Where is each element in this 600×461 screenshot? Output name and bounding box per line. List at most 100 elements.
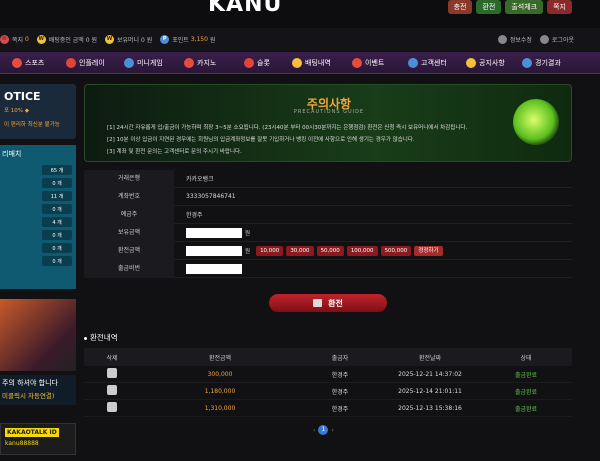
live-count[interactable]: 0 개	[42, 243, 72, 253]
point-label: 포인트	[172, 36, 189, 44]
nav-inplay[interactable]: 인플레이	[66, 57, 105, 68]
notice-box[interactable]: OTICE 포 10% ◆ 이 편리하 최신분 불가능	[0, 84, 76, 139]
row-status: 출금완료	[514, 405, 538, 413]
row-date: 2025-12-21 14:37:02	[398, 370, 462, 378]
pagination: ‹ 1 ›	[313, 425, 334, 435]
main-nav: 스포츠 인플레이 미니게임 카지노 슬롯 배팅내역 이벤트 고객센터 공지사항 …	[0, 52, 600, 74]
betting-coin-icon: W	[36, 34, 46, 44]
account-value: 3333057846741	[186, 193, 236, 200]
row-name: 한경주	[331, 388, 349, 396]
info-bar: ✉ 쪽지 0 W 배팅중인 금액 0 원 W 보유머니 0 원 P 포인트 3,…	[0, 28, 600, 50]
delete-icon[interactable]	[107, 385, 117, 395]
row-amount: 1,310,000	[204, 404, 236, 412]
row-date: 2025-12-13 15:38:16	[398, 404, 462, 412]
trophy-icon	[292, 57, 302, 68]
nav-customer-center[interactable]: 고객센터	[408, 57, 447, 68]
delete-icon[interactable]	[107, 368, 117, 378]
inplay-icon	[66, 57, 76, 68]
bank-value: 카카오뱅크	[186, 176, 214, 183]
live-count[interactable]: 4 개	[42, 217, 72, 227]
support-icon	[408, 57, 418, 68]
password-label: 출금비번	[84, 259, 174, 278]
message-icon: ✉	[0, 34, 9, 44]
table-row: 1,310,000 한경주 2025-12-13 15:38:16 출금완료	[84, 400, 572, 417]
logo[interactable]: KANU	[208, 0, 282, 17]
calendar-icon	[352, 57, 362, 68]
nav-casino[interactable]: 카지노	[184, 57, 216, 68]
withdraw-password-input[interactable]	[186, 263, 242, 274]
table-header: 삭제 환전금액 출금자 환전날짜 상태	[84, 348, 572, 366]
amount-input[interactable]	[186, 245, 242, 256]
lightbulb-icon	[513, 99, 559, 145]
live-count[interactable]: 0 개	[42, 256, 72, 266]
betting-label: 배팅중인 금액	[48, 36, 84, 44]
message-count: 0	[24, 35, 29, 43]
warning-title: 주의 하셔야 합니다	[2, 379, 58, 387]
live-count[interactable]: 0 개	[42, 204, 72, 214]
amount-label: 환전금액	[84, 241, 174, 260]
warning-banner[interactable]: 주의 하셔야 합니다 미클릭시 자동연결)	[0, 375, 76, 405]
money-label: 보유머니	[117, 36, 140, 44]
balance-unit: 원	[245, 230, 251, 237]
slot-icon	[244, 57, 254, 68]
history-table: 삭제 환전금액 출금자 환전날짜 상태 300,000 한경주 2025-12-…	[84, 348, 572, 417]
message-button[interactable]: 쪽지	[547, 0, 572, 14]
nav-event[interactable]: 이벤트	[352, 57, 384, 68]
promo-banner[interactable]	[0, 299, 76, 371]
amount-50000-button[interactable]: 50,000	[316, 245, 344, 256]
nav-slot[interactable]: 슬롯	[244, 57, 270, 68]
kakao-banner[interactable]: KAKAOTALK ID kanu88888	[0, 423, 76, 455]
row-amount: 300,000	[207, 370, 233, 378]
deposit-button[interactable]: 충전	[447, 0, 473, 14]
nav-notice[interactable]: 공지사항	[466, 57, 505, 68]
nav-sports[interactable]: 스포츠	[12, 57, 44, 68]
casino-icon	[184, 57, 194, 68]
form-row-holder: 예금주 한경주	[84, 205, 572, 224]
row-date: 2025-12-14 21:01:11	[398, 387, 462, 395]
table-row: 300,000 한경주 2025-12-21 14:37:02 출금완료	[84, 366, 572, 383]
live-count[interactable]: 0 개	[42, 178, 72, 188]
balance-field	[186, 227, 242, 238]
nav-minigame[interactable]: 미니게임	[124, 57, 163, 68]
guide-line-1: [1] 24시간 자유롭게 입/출금이 가능하며 최장 3~5분 소요됩니다. …	[107, 125, 468, 131]
delete-icon[interactable]	[107, 402, 117, 412]
logout-icon	[539, 34, 549, 44]
submit-withdraw-button[interactable]: 환전	[269, 294, 387, 312]
live-count[interactable]: 65 개	[42, 165, 72, 175]
table-row: 1,180,000 한경주 2025-12-14 21:01:11 출금완료	[84, 383, 572, 400]
row-status: 출금완료	[514, 388, 538, 396]
amount-100000-button[interactable]: 100,000	[346, 245, 378, 256]
logout-link[interactable]: 로그아웃	[552, 35, 574, 44]
nav-betting-history[interactable]: 배팅내역	[292, 57, 331, 68]
prev-page-icon[interactable]: ‹	[313, 427, 315, 434]
kakao-label: KAKAOTALK ID	[5, 428, 59, 437]
results-icon	[522, 57, 532, 68]
sidebar: OTICE 포 10% ◆ 이 편리하 최신분 불가능 리매치 65 개 0 개…	[0, 84, 76, 455]
next-page-icon[interactable]: ›	[331, 427, 333, 434]
notice-line: 이 편리하 최신분 불가능	[4, 122, 60, 128]
form-row-password: 출금비번	[84, 259, 572, 278]
live-count[interactable]: 0 개	[42, 230, 72, 240]
reset-amount-button[interactable]: 정정하기	[414, 245, 443, 256]
form-row-bank: 거래은행 카카오뱅크	[84, 169, 572, 188]
money-value: 0 원	[141, 36, 153, 44]
user-icon	[497, 34, 507, 44]
amount-unit: 원	[245, 248, 251, 255]
guide-subtitle: PRECAUTIONS GUIDE	[293, 109, 365, 115]
row-name: 한경주	[331, 371, 349, 379]
amount-500000-button[interactable]: 500,000	[380, 245, 412, 256]
nav-results[interactable]: 경기결과	[522, 57, 561, 68]
account-info-link[interactable]: 정보수정	[510, 35, 532, 44]
live-title: 리매치	[2, 150, 22, 158]
withdraw-button[interactable]: 환전	[476, 0, 502, 14]
history-heading: 환전내역	[84, 332, 118, 343]
minigame-icon	[124, 57, 134, 68]
amount-10000-button[interactable]: 10,000	[256, 245, 284, 256]
form-row-balance: 보유금액 원	[84, 223, 572, 242]
page-button[interactable]: 1	[318, 425, 329, 435]
live-count[interactable]: 11 개	[42, 191, 72, 201]
amount-30000-button[interactable]: 30,000	[286, 245, 314, 256]
point-unit: 원	[209, 36, 216, 44]
attendance-button[interactable]: 출석체크	[505, 0, 544, 14]
form-row-account: 계좌번호 3333057846741	[84, 187, 572, 206]
